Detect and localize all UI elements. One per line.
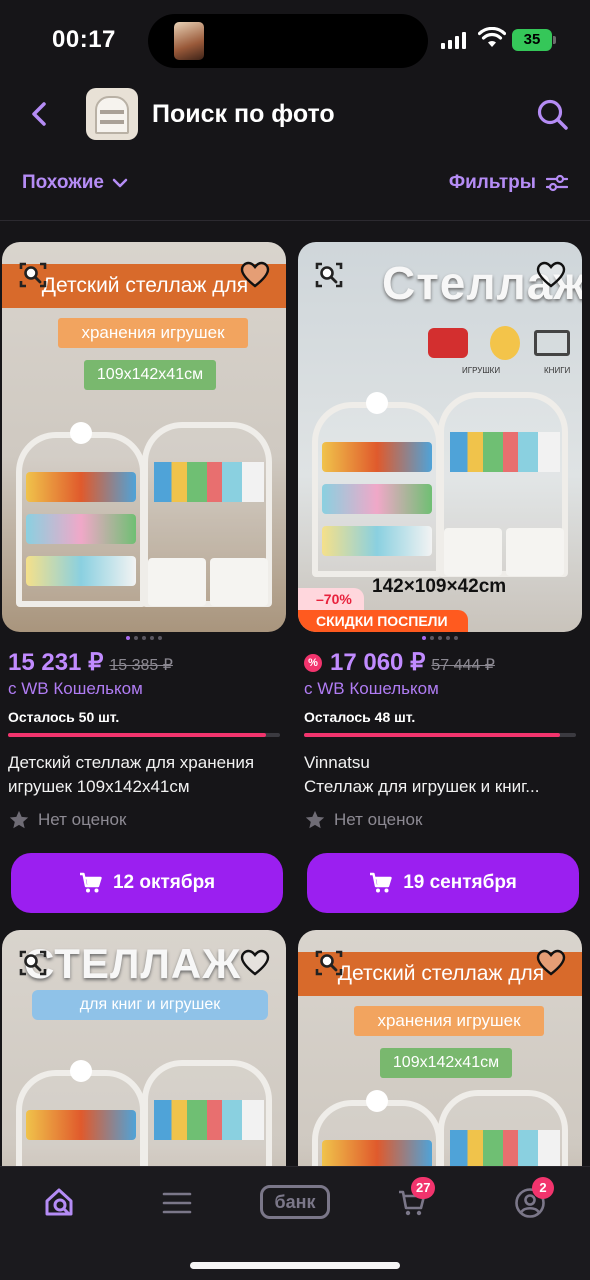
- rating-row: Нет оценок: [298, 809, 582, 831]
- favorite-heart-icon[interactable]: [534, 258, 568, 292]
- header: Поиск по фото: [0, 82, 590, 148]
- delivery-date: 19 сентября: [403, 872, 517, 893]
- favorite-heart-icon[interactable]: [534, 946, 568, 980]
- favorite-heart-icon[interactable]: [238, 946, 272, 980]
- sliders-icon: [546, 174, 568, 192]
- wallet-discount-icon: %: [304, 653, 322, 672]
- filters-label: Фильтры: [448, 172, 536, 193]
- image-subtitle-text: хранения игрушек: [354, 1006, 544, 1036]
- cart-count-badge: 27: [411, 1177, 436, 1199]
- cart-icon: [79, 872, 102, 893]
- filter-row: Похожие Фильтры: [0, 166, 590, 206]
- discount-badge: –70%: [298, 588, 364, 610]
- sort-label: Похожие: [22, 172, 104, 193]
- shelf-illustration: [16, 422, 276, 612]
- header-divider: [0, 220, 590, 221]
- filters-button[interactable]: Фильтры: [449, 172, 568, 194]
- stock-progress-bar: [304, 733, 576, 737]
- star-icon: [9, 810, 29, 829]
- find-similar-icon[interactable]: [16, 258, 50, 292]
- favorite-heart-icon[interactable]: [238, 258, 272, 292]
- home-indicator: [190, 1262, 400, 1269]
- shelf-illustration: [312, 392, 572, 582]
- stock-left: Осталось 48 шт.: [304, 709, 416, 725]
- stock-left: Осталось 50 шт.: [8, 709, 120, 725]
- add-to-cart-button[interactable]: 12 октября: [11, 853, 283, 913]
- now-playing-thumbnail: [174, 22, 204, 60]
- old-price: 57 444 ₽: [431, 657, 495, 674]
- rating-row: Нет оценок: [2, 809, 286, 831]
- sort-similar-dropdown[interactable]: Похожие: [22, 172, 128, 194]
- price: 15 231 ₽: [8, 649, 104, 676]
- product-card[interactable]: Детский стеллаж для хранения игрушек 109…: [2, 242, 286, 913]
- search-icon[interactable]: [536, 98, 570, 132]
- tab-bank[interactable]: банк: [260, 1185, 330, 1219]
- product-card[interactable]: Стеллаж ИГРУШКИ КНИГИ 142×109×42cm –70% …: [298, 242, 582, 913]
- find-similar-icon[interactable]: [16, 946, 50, 980]
- product-name-line2: Стеллаж для игрушек и книг...: [304, 777, 540, 796]
- toy-car-graphic: [428, 328, 468, 358]
- image-subtitle-text: хранения игрушек: [58, 318, 248, 348]
- image-subtitle-text: для книг и игрушек: [32, 990, 268, 1020]
- product-name-line1: Детский стеллаж для хранения: [8, 753, 255, 772]
- stock-progress-bar: [8, 733, 280, 737]
- product-name: Детский стеллаж для хранения игрушек 109…: [2, 751, 286, 799]
- image-size-text: 109x142x41см: [84, 360, 216, 390]
- image-size-text: 109x142x41см: [380, 1048, 512, 1078]
- product-image[interactable]: Детский стеллаж для хранения игрушек 109…: [2, 242, 286, 632]
- product-image[interactable]: Стеллаж ИГРУШКИ КНИГИ 142×109×42cm –70% …: [298, 242, 582, 632]
- status-time: 00:17: [52, 26, 116, 53]
- book-graphic: [534, 330, 570, 356]
- product-name-line2: игрушек 109x142x41см: [8, 777, 190, 796]
- back-arrow-icon[interactable]: [24, 96, 54, 132]
- promo-labels: –70% СКИДКИ ПОСПЕЛИ: [298, 588, 582, 632]
- image-pagination-dots: [2, 636, 286, 642]
- price-row: % 17 060 ₽ 57 444 ₽: [298, 648, 582, 677]
- tab-catalog[interactable]: [157, 1185, 197, 1221]
- status-bar: 00:17 35: [0, 0, 590, 82]
- toys-caption: ИГРУШКИ: [462, 366, 501, 375]
- battery-icon: 35: [512, 29, 556, 51]
- wallet-note: с WB Кошельком: [8, 679, 143, 698]
- rating-text: Нет оценок: [38, 810, 127, 829]
- wallet-note: с WB Кошельком: [304, 679, 439, 698]
- price: 17 060 ₽: [330, 649, 426, 676]
- find-similar-icon[interactable]: [312, 946, 346, 980]
- star-icon: [305, 810, 325, 829]
- tab-home-search[interactable]: [40, 1185, 80, 1221]
- image-pagination-dots: [298, 636, 582, 642]
- find-similar-icon[interactable]: [312, 258, 346, 292]
- menu-icon: [162, 1192, 192, 1214]
- cart-icon: [370, 872, 392, 893]
- teddy-bear-graphic: [490, 326, 520, 360]
- image-title-text: СТЕЛЛАЖ: [24, 940, 242, 987]
- dynamic-island: [148, 14, 428, 68]
- page-title: Поиск по фото: [152, 100, 335, 128]
- old-price: 15 385 ₽: [109, 657, 173, 674]
- rating-text: Нет оценок: [334, 810, 423, 829]
- product-name: Vinnatsu Стеллаж для игрушек и книг...: [298, 751, 582, 799]
- sale-badge: СКИДКИ ПОСПЕЛИ: [298, 610, 468, 632]
- books-caption: КНИГИ: [544, 366, 571, 375]
- cellular-signal-icon: [441, 31, 466, 49]
- chevron-down-icon: [112, 178, 128, 188]
- screen: 00:17 35 Поиск по фото Похожие Фильтры Д…: [0, 0, 590, 1280]
- profile-notification-badge: 2: [532, 1177, 554, 1199]
- home-search-icon: [45, 1188, 73, 1216]
- wifi-icon: [478, 27, 506, 47]
- delivery-date: 12 октября: [112, 872, 216, 893]
- add-to-cart-button[interactable]: 19 сентября: [307, 853, 579, 913]
- product-brand: Vinnatsu: [304, 753, 370, 772]
- search-photo-thumbnail[interactable]: [86, 88, 138, 140]
- price-row: 15 231 ₽ 15 385 ₽: [2, 648, 286, 677]
